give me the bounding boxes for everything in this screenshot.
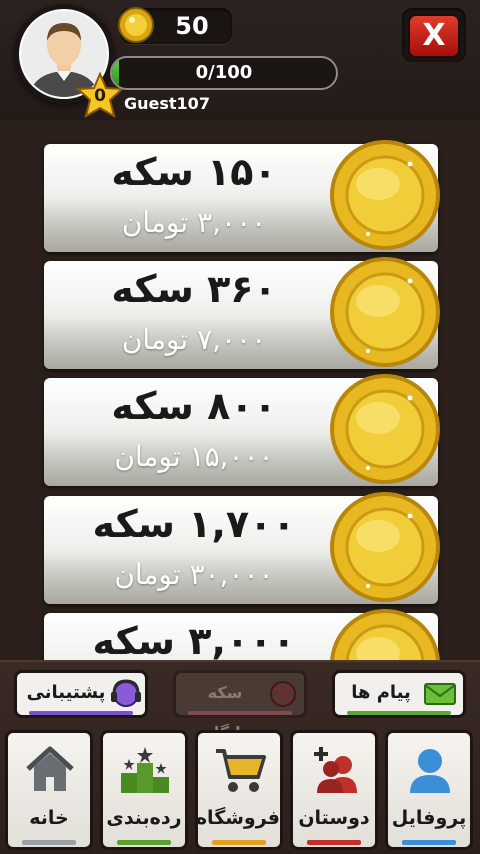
username: Guest107: [124, 94, 210, 113]
coin-icon: [118, 7, 154, 43]
coin-package[interactable]: ۱۵۰ سکه ۳,۰۰۰ تومان: [44, 140, 440, 252]
nav-home-label: خانه: [29, 807, 69, 829]
film-reel-icon: [270, 681, 296, 707]
home-icon: [26, 746, 74, 791]
nav-profile[interactable]: پروفایل: [385, 730, 473, 850]
package-amount: ۸۰۰ سکه: [111, 384, 277, 428]
nav-home-accent: [22, 840, 76, 845]
xp-progress-bar: 0/100: [110, 56, 338, 90]
gold-coin-icon: [330, 140, 440, 250]
coin-package[interactable]: ۱,۷۰۰ سکه ۳۰,۰۰۰ تومان: [44, 492, 440, 604]
messages-label: پیام ها: [351, 682, 411, 703]
gold-coin-icon: [330, 609, 440, 660]
free-coins-accent: [188, 711, 292, 715]
nav-home[interactable]: خانه: [5, 730, 93, 850]
package-price: ۷,۰۰۰ تومان: [121, 323, 267, 356]
nav-shop-accent: [212, 840, 266, 845]
close-button[interactable]: X: [408, 14, 460, 58]
xp-text: 0/100: [195, 62, 253, 83]
support-label: پشتیبانی: [26, 682, 106, 703]
nav-friends[interactable]: دوستان: [290, 730, 378, 850]
support-button[interactable]: پشتیبانی: [14, 670, 148, 718]
coins-value: 50: [175, 12, 209, 40]
nav-ranking-label: رده‌بندی: [106, 807, 182, 829]
podium-icon: [121, 747, 169, 793]
support-accent: [29, 711, 133, 715]
messages-button[interactable]: پیام ها: [332, 670, 466, 718]
envelope-icon: [424, 683, 456, 705]
friends-icon: [314, 747, 357, 793]
package-amount: ۱,۷۰۰ سکه: [92, 502, 296, 546]
profile-icon: [410, 749, 450, 793]
free-coins-button[interactable]: سکه رایگان: [173, 670, 307, 742]
coin-package[interactable]: ۳,۰۰۰ سکه: [44, 609, 440, 660]
nav-shop[interactable]: فروشگاه: [195, 730, 283, 850]
coin-package[interactable]: ۸۰۰ سکه ۱۵,۰۰۰ تومان: [44, 374, 440, 486]
cart-icon: [216, 749, 266, 792]
nav-ranking-accent: [117, 840, 171, 845]
nav-profile-accent: [402, 840, 456, 845]
package-amount: ۳,۰۰۰ سکه: [92, 619, 296, 660]
coin-package[interactable]: ۳۶۰ سکه ۷,۰۰۰ تومان: [44, 257, 440, 369]
nav-ranking[interactable]: رده‌بندی: [100, 730, 188, 850]
package-amount: ۳۶۰ سکه: [111, 267, 277, 311]
coin-package-list[interactable]: ۱۵۰ سکه ۳,۰۰۰ تومان ۳۶۰ سکه ۷,۰۰۰ تومان …: [0, 120, 480, 660]
nav-profile-label: پروفایل: [391, 807, 467, 829]
headset-icon: [111, 679, 141, 707]
nav-shop-label: فروشگاه: [195, 807, 280, 829]
gold-coin-icon: [330, 257, 440, 367]
top-bar: 0 50 0/100 Guest107 X: [0, 0, 480, 120]
gold-coin-icon: [330, 374, 440, 484]
free-coins-label: سکه رایگان: [200, 683, 250, 742]
package-price: ۳۰,۰۰۰ تومان: [114, 558, 274, 591]
nav-friends-label: دوستان: [298, 807, 370, 829]
gold-coin-icon: [330, 492, 440, 602]
package-price: ۱۵,۰۰۰ تومان: [114, 440, 274, 473]
bottom-menu: پشتیبانی سکه رایگان پیام ها خانه: [0, 660, 480, 854]
package-amount: ۱۵۰ سکه: [111, 150, 277, 194]
package-price: ۳,۰۰۰ تومان: [121, 206, 267, 239]
messages-accent: [347, 711, 451, 715]
level-value: 0: [94, 86, 106, 106]
nav-friends-accent: [307, 840, 361, 845]
